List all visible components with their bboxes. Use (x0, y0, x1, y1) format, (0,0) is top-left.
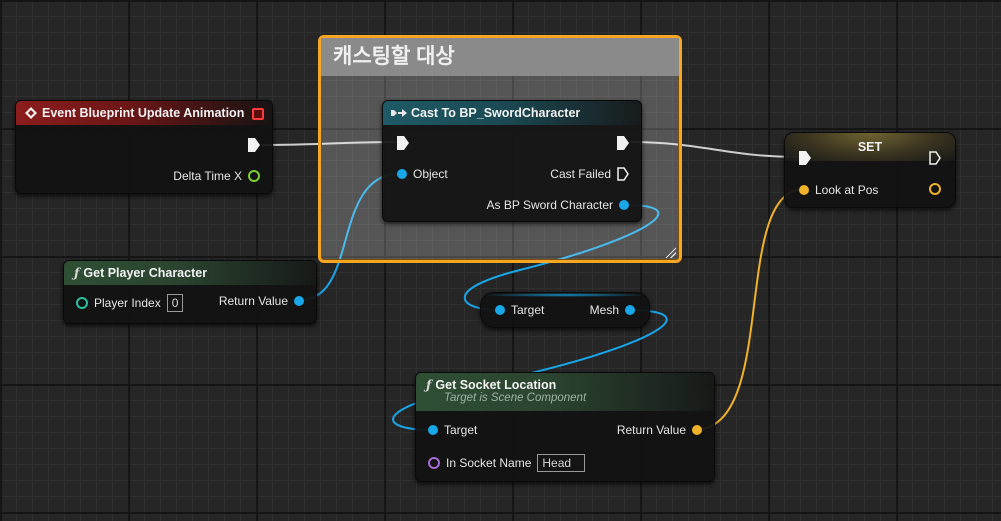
exec-out-pin[interactable] (929, 151, 941, 165)
getter-glow (481, 293, 649, 297)
delegate-square-icon[interactable] (252, 108, 264, 120)
integer-pin-icon[interactable] (76, 297, 88, 309)
exec-out-pin[interactable] (617, 136, 629, 150)
socket-name-label: In Socket Name (446, 456, 532, 470)
object-in-pin[interactable]: Object (397, 167, 448, 181)
socket-name-input[interactable]: Head (537, 454, 586, 472)
cast-to-sword-character-node[interactable]: Cast To BP_SwordCharacter Object Cast Fa… (382, 100, 642, 222)
resize-handle-icon[interactable] (664, 246, 676, 258)
node-title: SET (857, 140, 883, 154)
vector-pin-icon[interactable] (929, 183, 941, 195)
event-diamond-icon (25, 107, 37, 119)
set-variable-node[interactable]: SET Look at Pos (784, 132, 956, 208)
comment-title[interactable]: 캐스팅할 대상 (321, 38, 679, 76)
mesh-getter-node[interactable]: Target Mesh (480, 292, 650, 328)
object-pin-icon[interactable] (619, 200, 629, 210)
object-pin-icon[interactable] (428, 425, 438, 435)
get-player-character-node[interactable]: ƒ Get Player Character Player Index 0 Ret… (63, 260, 317, 324)
node-header[interactable]: Event Blueprint Update Animation (16, 101, 272, 125)
exec-arrow-icon[interactable] (248, 138, 260, 152)
exec-in-pin[interactable] (799, 151, 811, 165)
delta-time-pin[interactable]: Delta Time X (173, 169, 260, 183)
delta-time-label: Delta Time X (173, 169, 242, 183)
look-at-pos-in-pin[interactable]: Look at Pos (799, 183, 878, 197)
target-label: Target (444, 423, 478, 437)
object-pin-icon[interactable] (495, 305, 505, 315)
exec-out-pin[interactable] (248, 138, 260, 152)
function-icon: ƒ (74, 265, 80, 280)
function-icon: ƒ (426, 377, 432, 392)
exec-arrow-icon[interactable] (799, 151, 811, 165)
object-pin-icon[interactable] (294, 296, 304, 306)
return-value-pin[interactable]: Return Value (219, 294, 304, 308)
target-in-pin[interactable]: Target (495, 303, 544, 317)
exec-arrow-icon[interactable] (397, 136, 409, 150)
node-header[interactable]: ƒ Get Socket Location Target is Scene Com… (416, 373, 714, 411)
object-pin-icon[interactable] (625, 305, 635, 315)
target-label: Target (511, 303, 545, 317)
object-label: Object (413, 167, 448, 181)
as-character-pin[interactable]: As BP Sword Character (486, 198, 629, 212)
exec-in-pin[interactable] (397, 136, 409, 150)
player-index-label: Player Index (94, 296, 161, 310)
node-header[interactable]: ƒ Get Player Character (64, 261, 316, 285)
look-at-pos-out-pin[interactable] (929, 183, 941, 195)
exec-outline-arrow-icon[interactable] (929, 151, 941, 165)
player-index-pin[interactable]: Player Index 0 (76, 294, 184, 312)
cast-failed-label: Cast Failed (550, 167, 611, 181)
return-value-label: Return Value (616, 423, 686, 437)
event-update-animation-node[interactable]: Event Blueprint Update Animation Delta T… (15, 100, 273, 194)
node-title: Get Player Character (83, 266, 208, 280)
node-title: Cast To BP_SwordCharacter (411, 106, 581, 120)
socket-name-pin[interactable]: In Socket Name Head (428, 454, 586, 472)
target-in-pin[interactable]: Target (428, 423, 477, 437)
cast-failed-pin[interactable]: Cast Failed (550, 167, 629, 181)
return-value-label: Return Value (218, 294, 288, 308)
float-pin-icon[interactable] (248, 170, 260, 182)
object-pin-icon[interactable] (397, 169, 407, 179)
vector-pin-icon[interactable] (692, 425, 702, 435)
node-title: Event Blueprint Update Animation (42, 106, 245, 120)
node-header[interactable]: Cast To BP_SwordCharacter (383, 101, 641, 125)
look-at-pos-label: Look at Pos (815, 183, 879, 197)
vector-pin-icon[interactable] (799, 185, 809, 195)
return-value-pin[interactable]: Return Value (617, 423, 702, 437)
node-title: Get Socket Location (435, 378, 557, 392)
cast-arrow-icon (391, 109, 407, 117)
name-pin-icon[interactable] (428, 457, 440, 469)
node-subtitle: Target is Scene Component (444, 392, 587, 404)
exec-outline-arrow-icon[interactable] (617, 167, 629, 181)
player-index-input[interactable]: 0 (166, 294, 184, 312)
as-character-label: As BP Sword Character (486, 198, 614, 212)
mesh-out-pin[interactable]: Mesh (590, 303, 635, 317)
exec-arrow-icon[interactable] (617, 136, 629, 150)
get-socket-location-node[interactable]: ƒ Get Socket Location Target is Scene Com… (415, 372, 715, 482)
mesh-label: Mesh (589, 303, 619, 317)
